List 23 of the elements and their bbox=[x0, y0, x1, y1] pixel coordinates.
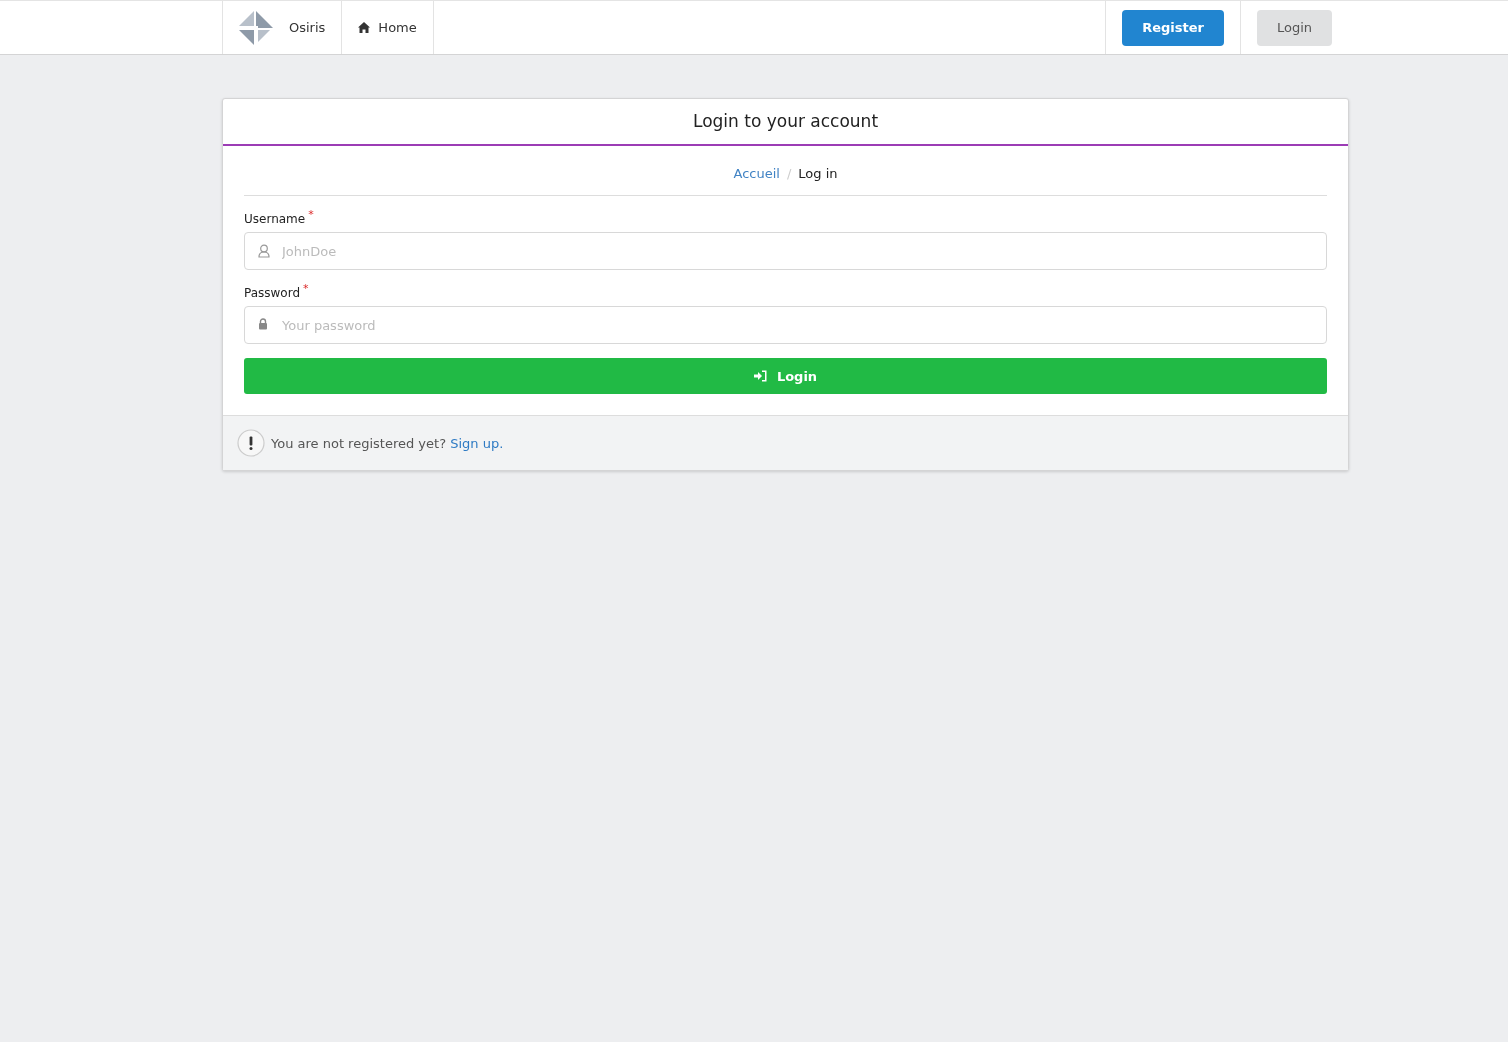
breadcrumb-divider: / bbox=[786, 166, 792, 181]
login-submit-button[interactable]: Login bbox=[244, 358, 1327, 394]
login-button[interactable]: Login bbox=[1256, 9, 1332, 46]
field-label: Username bbox=[244, 212, 306, 226]
exclamation-icon bbox=[237, 429, 265, 457]
brand-name: Osiris bbox=[289, 20, 326, 35]
breadcrumb-link[interactable]: Accueil bbox=[733, 166, 780, 181]
home-link[interactable]: Home bbox=[341, 1, 434, 54]
home-icon bbox=[358, 22, 371, 33]
required-mark: * bbox=[303, 282, 309, 297]
register-button[interactable]: Register bbox=[1122, 9, 1224, 46]
logo-icon bbox=[239, 10, 273, 45]
sign-up-link[interactable]: Sign up. bbox=[450, 435, 504, 451]
card-title: Login to your account bbox=[223, 99, 1348, 146]
sign-in-icon bbox=[753, 370, 767, 382]
username-field[interactable]: JohnDoe bbox=[244, 232, 1327, 270]
user-icon bbox=[258, 244, 270, 258]
register-prompt: You are not registered yet? Sign up. bbox=[271, 435, 504, 451]
field-label: Password bbox=[244, 286, 301, 300]
lock-icon bbox=[258, 318, 268, 330]
breadcrumb-current: Log in bbox=[798, 166, 838, 181]
required-mark: * bbox=[308, 208, 314, 223]
password-field[interactable]: Your password bbox=[244, 306, 1327, 344]
